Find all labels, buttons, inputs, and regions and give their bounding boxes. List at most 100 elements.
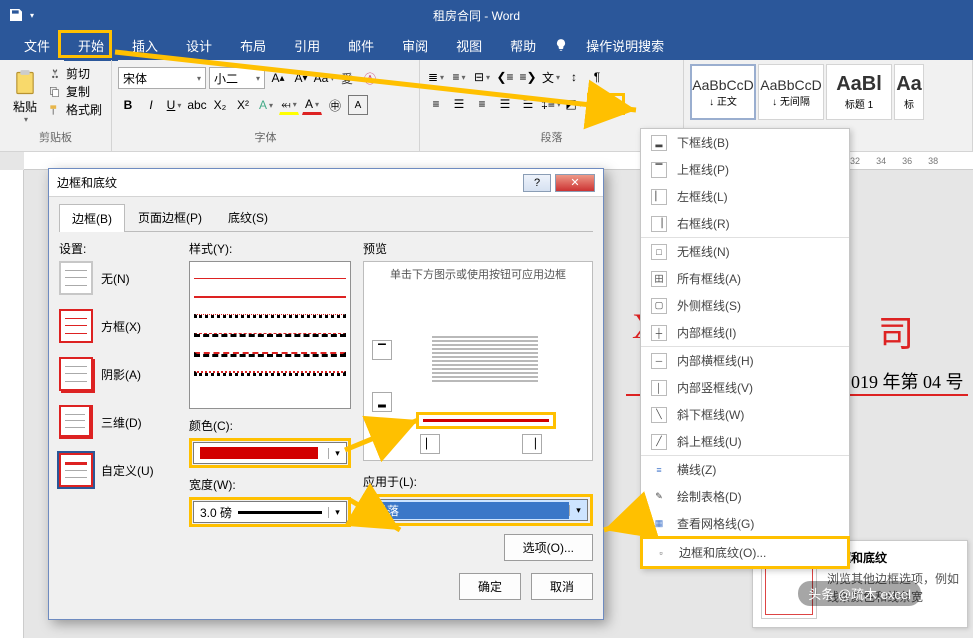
save-icon[interactable]: [8, 7, 24, 23]
font-name-dropdown[interactable]: 宋体▾: [118, 67, 206, 89]
cut-button[interactable]: 剪切: [48, 65, 102, 82]
preview-top-btn[interactable]: ▔: [372, 340, 392, 360]
width-label: 宽度(W):: [189, 476, 351, 493]
indent-inc-button[interactable]: ≡❯: [518, 67, 538, 87]
clear-format-button[interactable]: Ⓐ: [360, 68, 380, 88]
bold-button[interactable]: B: [118, 95, 138, 115]
menu-home[interactable]: 开始: [64, 30, 118, 61]
enclose-button[interactable]: ㊥: [325, 95, 345, 115]
dialog-titlebar: 边框和底纹 ? ✕: [49, 169, 603, 197]
preview-left-btn[interactable]: ▏: [420, 434, 440, 454]
subscript-button[interactable]: X₂: [210, 95, 230, 115]
font-color-button[interactable]: A▾: [302, 95, 322, 115]
copy-button[interactable]: 复制: [48, 83, 102, 100]
style-label: 样式(Y):: [189, 240, 351, 257]
style-normal[interactable]: AaBbCcD↓ 正文: [690, 64, 756, 120]
menu-design[interactable]: 设计: [172, 30, 226, 61]
cancel-button[interactable]: 取消: [531, 573, 593, 600]
highlight-button[interactable]: ⬶▾: [279, 95, 299, 115]
multilevel-button[interactable]: ⊟▾: [472, 67, 492, 87]
tab-page-border[interactable]: 页面边框(P): [125, 203, 215, 231]
ruler-vertical: [0, 170, 24, 638]
align-right-button[interactable]: ≡: [472, 94, 492, 114]
dialog-help-button[interactable]: ?: [523, 174, 551, 192]
style-heading1[interactable]: AaBl标题 1: [826, 64, 892, 120]
options-button[interactable]: 选项(O)...: [504, 534, 593, 561]
bullet-list-button[interactable]: ≣▾: [426, 67, 446, 87]
menu-file[interactable]: 文件: [10, 30, 64, 61]
show-marks-button[interactable]: ¶: [587, 67, 607, 87]
menu-layout[interactable]: 布局: [226, 30, 280, 61]
font-size-dropdown[interactable]: 小二▾: [209, 67, 265, 89]
change-case-button[interactable]: Aa▾: [314, 68, 334, 88]
border-left-item[interactable]: ▏左框线(L): [641, 183, 849, 210]
menu-help[interactable]: 帮助: [496, 30, 550, 61]
indent-dec-button[interactable]: ❮≡: [495, 67, 515, 87]
dialog-close-button[interactable]: ✕: [555, 174, 595, 192]
align-justify-button[interactable]: ☰: [495, 94, 515, 114]
text-effect-button[interactable]: A▾: [256, 95, 276, 115]
menu-bar: 文件 开始 插入 设计 布局 引用 邮件 审阅 视图 帮助 操作说明搜索: [0, 30, 973, 60]
setting-none[interactable]: 无(N): [59, 261, 177, 295]
menu-tellme[interactable]: 操作说明搜索: [572, 30, 678, 61]
grow-font-button[interactable]: A▴: [268, 68, 288, 88]
applyto-combo[interactable]: 段落▾: [368, 499, 588, 521]
color-combo[interactable]: ▾: [193, 442, 347, 464]
align-distribute-button[interactable]: ☰: [518, 94, 538, 114]
border-hline-item[interactable]: ≡横线(Z): [641, 455, 849, 483]
paste-button[interactable]: 粘贴 ▾: [6, 64, 44, 128]
preview-right-btn[interactable]: ▕: [522, 434, 542, 454]
border-diagup-item[interactable]: ╱斜上框线(U): [641, 428, 849, 455]
strike-button[interactable]: abc: [187, 95, 207, 115]
ok-button[interactable]: 确定: [459, 573, 521, 600]
border-draw-item[interactable]: ✎绘制表格(D): [641, 483, 849, 510]
shading-button[interactable]: ◩▾: [564, 94, 584, 114]
shrink-font-button[interactable]: A▾: [291, 68, 311, 88]
border-bottom-item[interactable]: ▂下框线(B): [641, 129, 849, 156]
superscript-button[interactable]: X²: [233, 95, 253, 115]
tab-border[interactable]: 边框(B): [59, 204, 125, 232]
sort-button[interactable]: ↕: [564, 67, 584, 87]
tab-shading[interactable]: 底纹(S): [215, 203, 281, 231]
setting-3d[interactable]: 三维(D): [59, 405, 177, 439]
phonetic-button[interactable]: 愛: [337, 68, 357, 88]
menu-mail[interactable]: 邮件: [334, 30, 388, 61]
style-listbox[interactable]: [189, 261, 351, 409]
border-top-item[interactable]: ▔上框线(P): [641, 156, 849, 183]
number-list-button[interactable]: ≡▾: [449, 67, 469, 87]
preview-bottom-btn[interactable]: ▂: [372, 392, 392, 412]
align-left-button[interactable]: ≡: [426, 94, 446, 114]
highlight-color-combo: ▾: [189, 438, 351, 468]
underline-button[interactable]: U▾: [164, 95, 184, 115]
setting-shadow[interactable]: 阴影(A): [59, 357, 177, 391]
border-all-item[interactable]: 田所有框线(A): [641, 265, 849, 292]
border-outside-item[interactable]: ▢外侧框线(S): [641, 292, 849, 319]
style-heading2[interactable]: Aa标: [894, 64, 924, 120]
borders-dropdown-menu: ▂下框线(B) ▔上框线(P) ▏左框线(L) ▕右框线(R) □无框线(N) …: [640, 128, 850, 569]
menu-insert[interactable]: 插入: [118, 30, 172, 61]
dialog-title-text: 边框和底纹: [57, 174, 117, 191]
line-spacing-button[interactable]: ‡≡▾: [541, 94, 561, 114]
border-none-item[interactable]: □无框线(N): [641, 237, 849, 265]
format-painter-button[interactable]: 格式刷: [48, 101, 102, 118]
menu-review[interactable]: 审阅: [388, 30, 442, 61]
setting-custom[interactable]: 自定义(U): [59, 453, 177, 487]
border-diagdown-item[interactable]: ╲斜下框线(W): [641, 401, 849, 428]
align-center-button[interactable]: ☰: [449, 94, 469, 114]
borders-shading-item[interactable]: ▫边框和底纹(O)...: [643, 539, 847, 566]
char-border-button[interactable]: A: [348, 95, 368, 115]
border-insidev-item[interactable]: │内部竖框线(V): [641, 374, 849, 401]
width-combo[interactable]: 3.0 磅▾: [193, 501, 347, 523]
menu-view[interactable]: 视图: [442, 30, 496, 61]
border-right-item[interactable]: ▕右框线(R): [641, 210, 849, 237]
border-insideh-item[interactable]: ─内部横框线(H): [641, 346, 849, 374]
menu-references[interactable]: 引用: [280, 30, 334, 61]
border-viewgrid-item[interactable]: ▦查看网格线(G): [641, 510, 849, 537]
style-nospacing[interactable]: AaBbCcD↓ 无间隔: [758, 64, 824, 120]
setting-box[interactable]: 方框(X): [59, 309, 177, 343]
italic-button[interactable]: I: [141, 95, 161, 115]
borders-button[interactable]: ▾: [591, 97, 621, 111]
asian-layout-button[interactable]: 文▾: [541, 67, 561, 87]
dialog-tabs: 边框(B) 页面边框(P) 底纹(S): [59, 203, 593, 232]
border-inside-item[interactable]: ┼内部框线(I): [641, 319, 849, 346]
